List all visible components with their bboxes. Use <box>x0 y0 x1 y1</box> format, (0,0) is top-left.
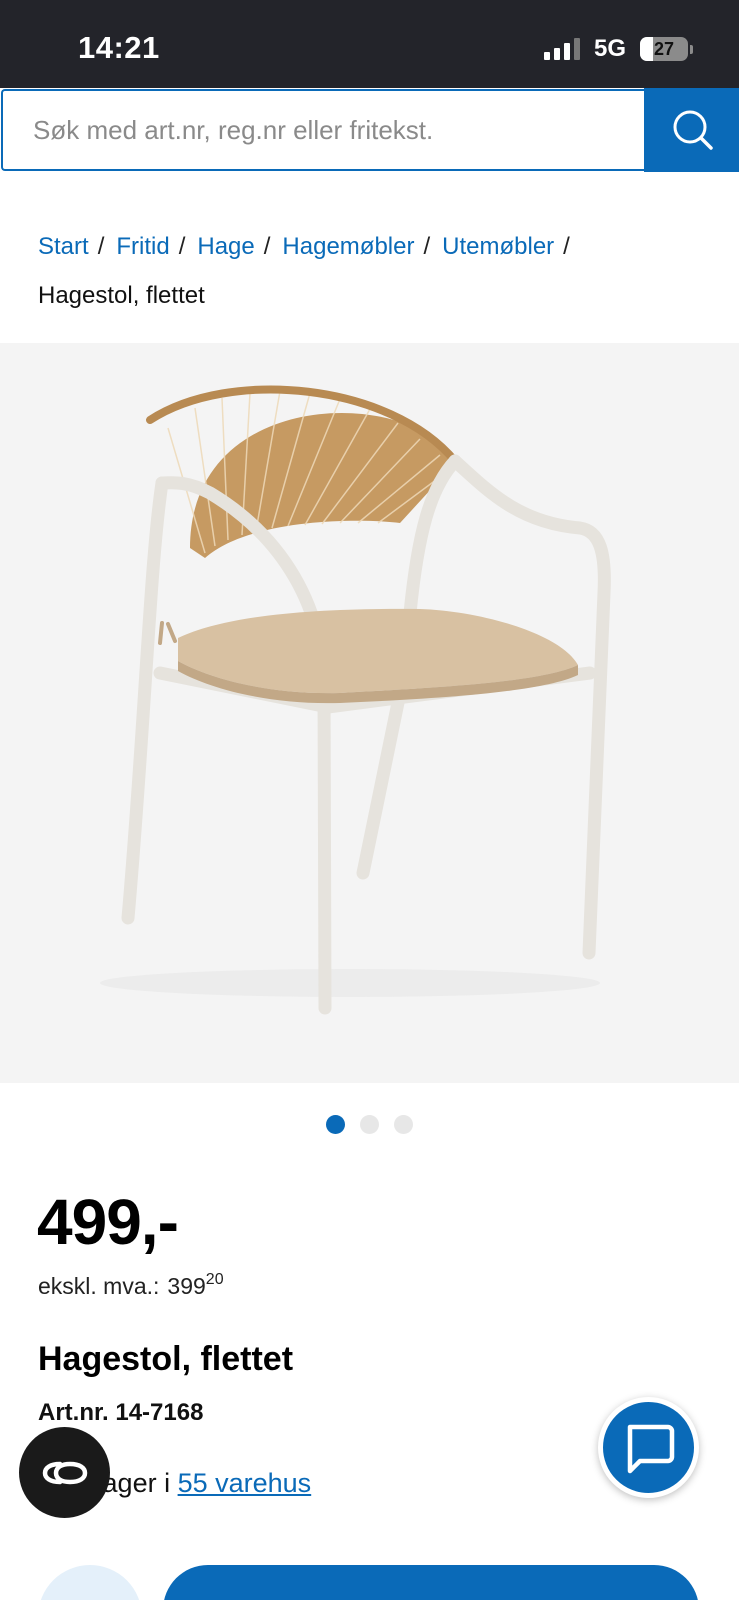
search-button[interactable] <box>644 88 739 172</box>
breadcrumb-separator: / <box>563 233 570 260</box>
network-type: 5G <box>593 35 626 62</box>
search-bar <box>0 88 739 172</box>
battery-level: 27 <box>653 38 675 59</box>
stock-stores-link[interactable]: 55 varehus <box>178 1468 312 1498</box>
add-to-cart-button[interactable] <box>163 1565 699 1600</box>
favorite-button[interactable] <box>38 1565 142 1600</box>
article-number: Art.nr. 14-7168 <box>38 1399 204 1426</box>
product-image-gallery[interactable] <box>0 343 739 1083</box>
price-ex-vat-value: 399 <box>167 1273 206 1299</box>
battery-icon: 27 <box>640 37 693 61</box>
status-time: 14:21 <box>78 30 160 65</box>
breadcrumb-utemobler[interactable]: Utemøbler <box>442 233 554 260</box>
status-indicators: 5G 27 <box>543 34 693 64</box>
chat-button[interactable] <box>598 1397 699 1498</box>
chat-icon <box>627 1424 674 1473</box>
carousel-dot[interactable] <box>326 1115 345 1134</box>
co-button[interactable] <box>19 1427 110 1518</box>
status-bar: 14:21 5G 27 <box>0 0 739 88</box>
breadcrumb-separator: / <box>178 233 186 260</box>
co-icon <box>42 1461 87 1484</box>
price-ex-vat-cents: 20 <box>205 1271 224 1288</box>
breadcrumb-separator: / <box>263 233 271 260</box>
breadcrumb-start[interactable]: Start <box>38 233 89 260</box>
product-title: Hagestol, flettet <box>38 1340 294 1378</box>
breadcrumb-separator: / <box>423 233 431 260</box>
carousel-dots <box>0 1115 739 1134</box>
search-input[interactable] <box>1 89 646 171</box>
chair-image <box>100 385 611 1015</box>
carousel-dot[interactable] <box>360 1115 379 1134</box>
breadcrumb-current: Hagestol, flettet <box>38 282 205 309</box>
carousel-dot[interactable] <box>394 1115 413 1134</box>
price-ex-vat: ekskl. mva.: 39920 <box>38 1271 224 1300</box>
breadcrumb-hagemobler[interactable]: Hagemøbler <box>282 233 414 260</box>
breadcrumb: Start / Fritid / Hage / Hagemøbler / Utemøbler / … <box>38 222 708 320</box>
signal-icon <box>543 38 580 60</box>
price-ex-vat-label: ekskl. mva.: <box>38 1273 160 1299</box>
breadcrumb-hage[interactable]: Hage <box>197 233 254 260</box>
search-icon <box>673 110 713 150</box>
breadcrumb-separator: / <box>97 233 105 260</box>
price: 499,- <box>37 1186 179 1258</box>
breadcrumb-fritid[interactable]: Fritid <box>116 233 169 260</box>
